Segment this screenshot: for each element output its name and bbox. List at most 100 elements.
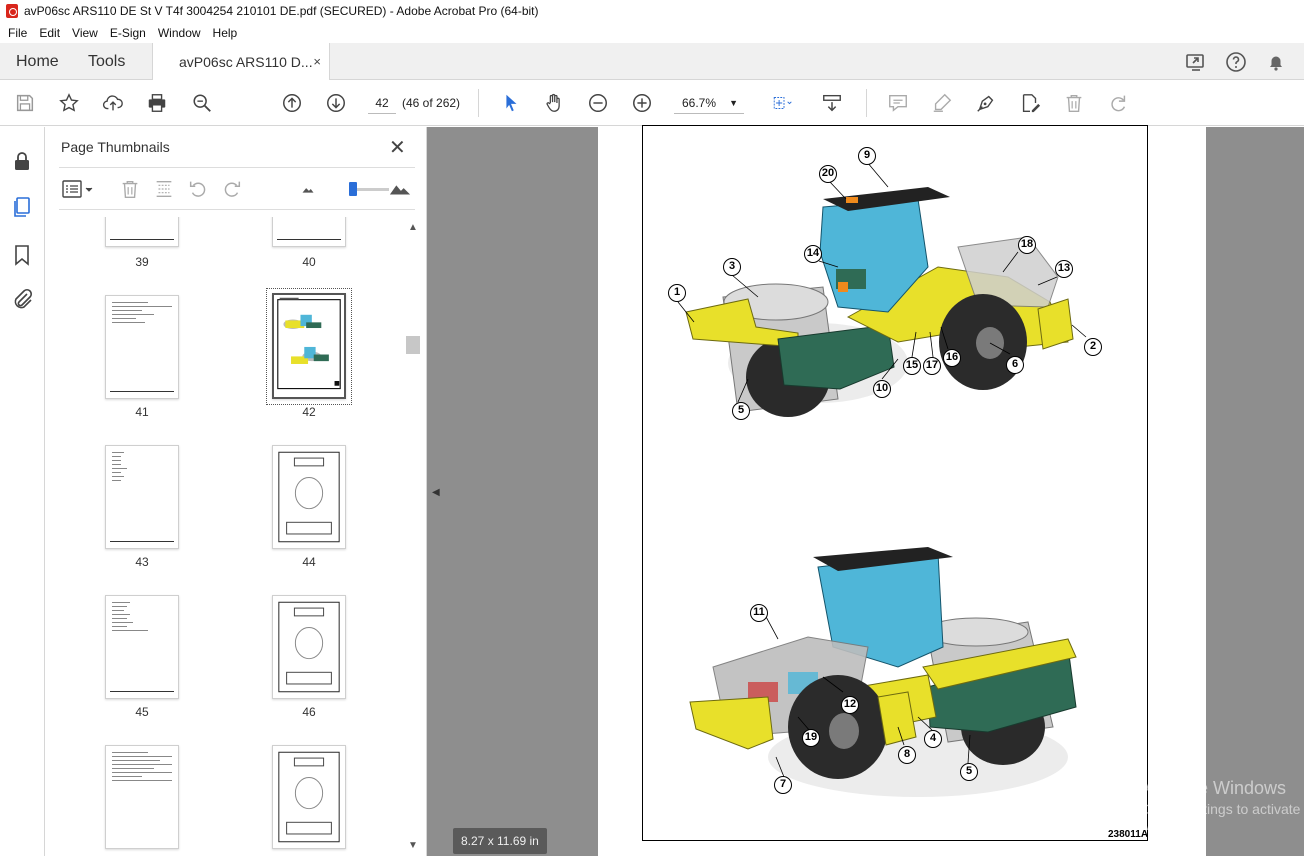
collapse-panel-icon[interactable]: ◀ <box>432 487 440 498</box>
scrollbar-thumb[interactable] <box>406 336 420 354</box>
thumbnail-label: 45 <box>135 705 149 719</box>
thumbnail-toolbar <box>59 167 415 210</box>
fit-page-button[interactable] <box>766 91 802 115</box>
close-panel-icon[interactable]: ✕ <box>389 135 406 160</box>
thumbnail-options-button[interactable] <box>61 178 95 200</box>
thumbnail-page[interactable] <box>272 595 346 699</box>
callout-marker: 9 <box>858 147 876 165</box>
menu-view[interactable]: View <box>66 26 104 40</box>
tab-document[interactable]: avP06sc ARS110 D... × <box>152 43 330 81</box>
bookmarks-button[interactable] <box>10 243 34 267</box>
callout-marker: 10 <box>873 380 891 398</box>
page-thumbnails-button[interactable] <box>10 195 34 219</box>
thumbnail-page[interactable] <box>105 445 179 549</box>
next-page-button[interactable] <box>324 91 348 115</box>
tab-home[interactable]: Home <box>16 43 59 80</box>
callout-marker: 8 <box>898 746 916 764</box>
watermark-line-1: Activate Windows <box>1144 778 1287 798</box>
thumbnail-diagram <box>278 751 340 843</box>
close-tab-icon[interactable]: × <box>313 54 321 69</box>
redo-button[interactable] <box>1106 91 1130 115</box>
zoom-out-button[interactable] <box>586 91 610 115</box>
scroll-up-arrow-icon[interactable]: ▲ <box>406 222 420 233</box>
bookmark-star-button[interactable] <box>57 91 81 115</box>
zoom-in-button[interactable] <box>630 91 654 115</box>
find-zoom-button[interactable] <box>190 91 214 115</box>
thumbnail-page-selected[interactable] <box>272 293 346 399</box>
thumbnail-page[interactable] <box>105 217 179 247</box>
lock-icon <box>15 152 29 170</box>
delete-pages-button[interactable] <box>119 178 141 200</box>
thumbnail-page[interactable] <box>105 595 179 699</box>
scroll-mode-button[interactable] <box>820 91 844 115</box>
extract-pages-icon <box>156 180 172 198</box>
attachments-button[interactable] <box>10 287 34 311</box>
edit-pdf-button[interactable] <box>1018 91 1042 115</box>
sign-button[interactable] <box>974 91 998 115</box>
page-thumbnails-panel: Page Thumbnails ✕ 39 40 41 42 43 44 45 4… <box>45 127 427 856</box>
delete-button[interactable] <box>1062 91 1086 115</box>
thumbnail-page[interactable] <box>272 445 346 549</box>
menu-bar: File Edit View E-Sign Window Help <box>0 22 1304 43</box>
upload-button[interactable] <box>101 91 125 115</box>
zoom-level-dropdown[interactable]: 66.7% ▼ <box>674 92 744 114</box>
thumbnail-page[interactable] <box>105 295 179 399</box>
notifications-bell-icon[interactable] <box>1264 50 1288 74</box>
roller-bottom-view <box>689 547 1077 797</box>
menu-file[interactable]: File <box>2 26 33 40</box>
left-navigation-rail <box>0 127 45 856</box>
menu-esign[interactable]: E-Sign <box>104 26 152 40</box>
rotate-right-button[interactable] <box>221 178 243 200</box>
callout-marker: 11 <box>750 604 768 622</box>
callout-marker: 19 <box>802 729 820 747</box>
callout-marker: 3 <box>723 258 741 276</box>
print-button[interactable] <box>145 91 169 115</box>
thumbnail-label: 44 <box>302 555 316 569</box>
thumbnail-size-slider-track[interactable] <box>353 188 389 191</box>
thumbnail-page[interactable] <box>105 745 179 849</box>
page-number-input[interactable]: 42 <box>368 92 396 114</box>
menu-help[interactable]: Help <box>207 26 244 40</box>
document-viewer: ◀ 9 20 18 14 13 3 1 2 16 15 17 6 10 5 11… <box>427 125 1304 856</box>
hand-tool-button[interactable] <box>542 91 566 115</box>
highlighter-pen-icon <box>933 93 952 112</box>
thumbnail-page[interactable] <box>272 745 346 849</box>
menu-edit[interactable]: Edit <box>33 26 66 40</box>
callout-marker: 18 <box>1018 236 1036 254</box>
save-button[interactable] <box>13 91 37 115</box>
thumbnail-page[interactable] <box>272 217 346 247</box>
edit-document-icon <box>1022 94 1041 113</box>
extract-pages-button[interactable] <box>153 178 175 200</box>
tab-bar: Home Tools avP06sc ARS110 D... × <box>0 43 1304 81</box>
thumbnail-label: 46 <box>302 705 316 719</box>
callout-marker: 6 <box>1006 356 1024 374</box>
previous-page-button[interactable] <box>280 91 304 115</box>
title-bar: avP06sc ARS110 DE St V T4f 3004254 21010… <box>0 0 1304 22</box>
callout-marker: 5 <box>732 402 750 420</box>
share-screen-icon[interactable] <box>1184 50 1208 74</box>
thumbnail-scrollbar[interactable]: ▲ ▼ <box>406 218 420 856</box>
rotate-right-icon <box>224 181 241 197</box>
tab-tools[interactable]: Tools <box>88 43 125 80</box>
rotate-left-button[interactable] <box>187 178 209 200</box>
callout-marker: 16 <box>943 349 961 367</box>
select-tool-button[interactable] <box>499 91 523 115</box>
security-panel-button[interactable] <box>10 149 34 173</box>
help-icon[interactable] <box>1224 50 1248 74</box>
thumbnail-smaller-icon[interactable] <box>297 178 319 200</box>
rotate-left-icon <box>189 181 206 197</box>
trash-icon <box>122 180 138 198</box>
chevron-down-icon: ▼ <box>729 98 738 108</box>
highlight-button[interactable] <box>930 91 954 115</box>
thumbnail-larger-icon[interactable] <box>387 178 413 200</box>
menu-window[interactable]: Window <box>152 26 207 40</box>
bookmark-icon <box>15 245 29 266</box>
toolbar-divider <box>478 89 479 117</box>
arrow-up-circle-icon <box>283 94 301 112</box>
scroll-down-arrow-icon[interactable]: ▼ <box>406 840 420 851</box>
comment-button[interactable] <box>886 91 910 115</box>
callout-marker: 15 <box>903 357 921 375</box>
arrow-down-circle-icon <box>327 94 345 112</box>
panel-title: Page Thumbnails <box>61 139 170 155</box>
thumbnail-size-slider-handle[interactable] <box>349 182 357 196</box>
